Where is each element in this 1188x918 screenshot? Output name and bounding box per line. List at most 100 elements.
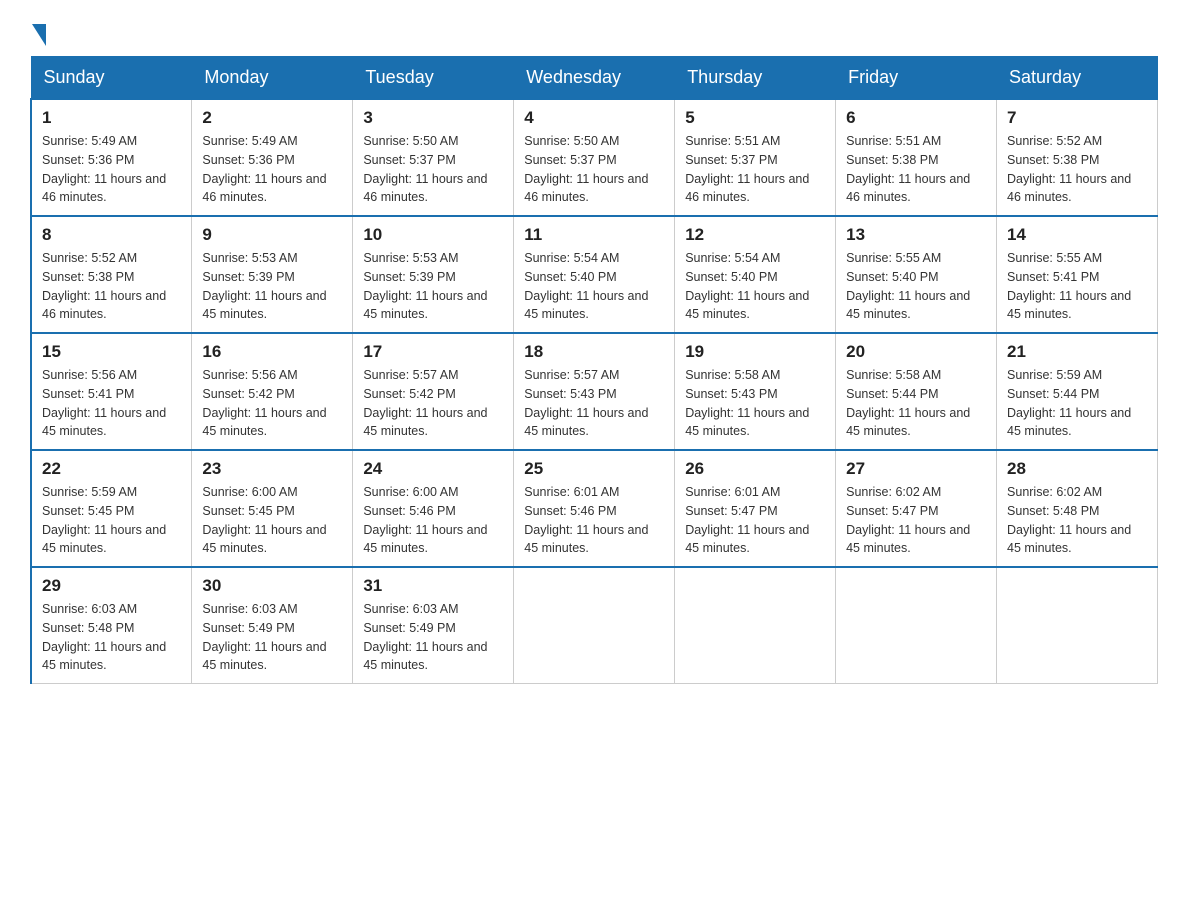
calendar-header-wednesday: Wednesday: [514, 57, 675, 100]
day-number: 19: [685, 342, 825, 362]
day-number: 29: [42, 576, 181, 596]
day-number: 25: [524, 459, 664, 479]
calendar-header-friday: Friday: [836, 57, 997, 100]
day-info: Sunrise: 5:58 AMSunset: 5:43 PMDaylight:…: [685, 366, 825, 441]
calendar-week-row-4: 22 Sunrise: 5:59 AMSunset: 5:45 PMDayligh…: [31, 450, 1158, 567]
day-number: 17: [363, 342, 503, 362]
calendar-cell: 18 Sunrise: 5:57 AMSunset: 5:43 PMDayligh…: [514, 333, 675, 450]
calendar-cell: 15 Sunrise: 5:56 AMSunset: 5:41 PMDayligh…: [31, 333, 192, 450]
calendar-header-thursday: Thursday: [675, 57, 836, 100]
day-number: 26: [685, 459, 825, 479]
calendar-header-saturday: Saturday: [997, 57, 1158, 100]
calendar-cell: 4 Sunrise: 5:50 AMSunset: 5:37 PMDaylight…: [514, 99, 675, 216]
day-number: 27: [846, 459, 986, 479]
calendar-header-monday: Monday: [192, 57, 353, 100]
calendar-cell: 26 Sunrise: 6:01 AMSunset: 5:47 PMDayligh…: [675, 450, 836, 567]
calendar-cell: 8Sunrise: 5:52 AMSunset: 5:38 PMDaylight…: [31, 216, 192, 333]
day-info: Sunrise: 6:02 AMSunset: 5:48 PMDaylight:…: [1007, 483, 1147, 558]
day-info: Sunrise: 5:49 AMSunset: 5:36 PMDaylight:…: [202, 132, 342, 207]
day-number: 9: [202, 225, 342, 245]
day-number: 3: [363, 108, 503, 128]
calendar-cell: 11Sunrise: 5:54 AMSunset: 5:40 PMDayligh…: [514, 216, 675, 333]
calendar-cell: 3 Sunrise: 5:50 AMSunset: 5:37 PMDaylight…: [353, 99, 514, 216]
calendar-cell: 13Sunrise: 5:55 AMSunset: 5:40 PMDayligh…: [836, 216, 997, 333]
calendar-cell: 19 Sunrise: 5:58 AMSunset: 5:43 PMDayligh…: [675, 333, 836, 450]
page-header: [30, 20, 1158, 46]
calendar-cell: 5 Sunrise: 5:51 AMSunset: 5:37 PMDaylight…: [675, 99, 836, 216]
day-number: 7: [1007, 108, 1147, 128]
day-info: Sunrise: 5:55 AMSunset: 5:40 PMDaylight:…: [846, 249, 986, 324]
day-info: Sunrise: 5:50 AMSunset: 5:37 PMDaylight:…: [363, 132, 503, 207]
calendar-cell: 27 Sunrise: 6:02 AMSunset: 5:47 PMDayligh…: [836, 450, 997, 567]
day-info: Sunrise: 6:00 AMSunset: 5:46 PMDaylight:…: [363, 483, 503, 558]
day-info: Sunrise: 5:52 AMSunset: 5:38 PMDaylight:…: [42, 249, 181, 324]
calendar-cell: 7Sunrise: 5:52 AMSunset: 5:38 PMDaylight…: [997, 99, 1158, 216]
day-info: Sunrise: 5:58 AMSunset: 5:44 PMDaylight:…: [846, 366, 986, 441]
day-number: 24: [363, 459, 503, 479]
calendar-cell: 28Sunrise: 6:02 AMSunset: 5:48 PMDayligh…: [997, 450, 1158, 567]
day-info: Sunrise: 6:01 AMSunset: 5:47 PMDaylight:…: [685, 483, 825, 558]
calendar-cell: 17 Sunrise: 5:57 AMSunset: 5:42 PMDayligh…: [353, 333, 514, 450]
day-number: 31: [363, 576, 503, 596]
day-info: Sunrise: 6:03 AMSunset: 5:48 PMDaylight:…: [42, 600, 181, 675]
day-number: 1: [42, 108, 181, 128]
day-info: Sunrise: 5:54 AMSunset: 5:40 PMDaylight:…: [524, 249, 664, 324]
calendar-header-row: SundayMondayTuesdayWednesdayThursdayFrid…: [31, 57, 1158, 100]
calendar-cell: 1 Sunrise: 5:49 AMSunset: 5:36 PMDaylight…: [31, 99, 192, 216]
day-info: Sunrise: 5:51 AMSunset: 5:38 PMDaylight:…: [846, 132, 986, 207]
calendar-cell: [514, 567, 675, 684]
calendar-cell: 23Sunrise: 6:00 AMSunset: 5:45 PMDayligh…: [192, 450, 353, 567]
day-info: Sunrise: 5:57 AMSunset: 5:42 PMDaylight:…: [363, 366, 503, 441]
day-number: 12: [685, 225, 825, 245]
calendar-cell: 20 Sunrise: 5:58 AMSunset: 5:44 PMDayligh…: [836, 333, 997, 450]
calendar-week-row-2: 8Sunrise: 5:52 AMSunset: 5:38 PMDaylight…: [31, 216, 1158, 333]
calendar-cell: 24 Sunrise: 6:00 AMSunset: 5:46 PMDayligh…: [353, 450, 514, 567]
day-number: 5: [685, 108, 825, 128]
day-info: Sunrise: 5:56 AMSunset: 5:41 PMDaylight:…: [42, 366, 181, 441]
day-info: Sunrise: 5:53 AMSunset: 5:39 PMDaylight:…: [202, 249, 342, 324]
day-number: 16: [202, 342, 342, 362]
logo: [30, 20, 46, 46]
day-number: 2: [202, 108, 342, 128]
calendar-cell: 2 Sunrise: 5:49 AMSunset: 5:36 PMDaylight…: [192, 99, 353, 216]
calendar-header-tuesday: Tuesday: [353, 57, 514, 100]
calendar-cell: 9 Sunrise: 5:53 AMSunset: 5:39 PMDaylight…: [192, 216, 353, 333]
day-number: 15: [42, 342, 181, 362]
calendar-cell: [997, 567, 1158, 684]
calendar-cell: 25 Sunrise: 6:01 AMSunset: 5:46 PMDayligh…: [514, 450, 675, 567]
day-number: 30: [202, 576, 342, 596]
day-info: Sunrise: 5:55 AMSunset: 5:41 PMDaylight:…: [1007, 249, 1147, 324]
calendar-cell: [675, 567, 836, 684]
day-number: 20: [846, 342, 986, 362]
day-info: Sunrise: 6:01 AMSunset: 5:46 PMDaylight:…: [524, 483, 664, 558]
day-number: 23: [202, 459, 342, 479]
calendar-cell: 29 Sunrise: 6:03 AMSunset: 5:48 PMDayligh…: [31, 567, 192, 684]
calendar-cell: 21 Sunrise: 5:59 AMSunset: 5:44 PMDayligh…: [997, 333, 1158, 450]
day-info: Sunrise: 5:56 AMSunset: 5:42 PMDaylight:…: [202, 366, 342, 441]
day-number: 22: [42, 459, 181, 479]
calendar-week-row-1: 1 Sunrise: 5:49 AMSunset: 5:36 PMDaylight…: [31, 99, 1158, 216]
day-info: Sunrise: 6:02 AMSunset: 5:47 PMDaylight:…: [846, 483, 986, 558]
day-number: 21: [1007, 342, 1147, 362]
calendar-table: SundayMondayTuesdayWednesdayThursdayFrid…: [30, 56, 1158, 684]
day-info: Sunrise: 5:57 AMSunset: 5:43 PMDaylight:…: [524, 366, 664, 441]
day-info: Sunrise: 5:53 AMSunset: 5:39 PMDaylight:…: [363, 249, 503, 324]
calendar-cell: 22 Sunrise: 5:59 AMSunset: 5:45 PMDayligh…: [31, 450, 192, 567]
day-number: 6: [846, 108, 986, 128]
calendar-cell: 16 Sunrise: 5:56 AMSunset: 5:42 PMDayligh…: [192, 333, 353, 450]
day-number: 4: [524, 108, 664, 128]
day-info: Sunrise: 5:50 AMSunset: 5:37 PMDaylight:…: [524, 132, 664, 207]
day-info: Sunrise: 5:51 AMSunset: 5:37 PMDaylight:…: [685, 132, 825, 207]
calendar-cell: 30 Sunrise: 6:03 AMSunset: 5:49 PMDayligh…: [192, 567, 353, 684]
day-info: Sunrise: 6:03 AMSunset: 5:49 PMDaylight:…: [202, 600, 342, 675]
day-info: Sunrise: 5:54 AMSunset: 5:40 PMDaylight:…: [685, 249, 825, 324]
calendar-header-sunday: Sunday: [31, 57, 192, 100]
day-number: 18: [524, 342, 664, 362]
day-info: Sunrise: 6:03 AMSunset: 5:49 PMDaylight:…: [363, 600, 503, 675]
day-info: Sunrise: 5:59 AMSunset: 5:44 PMDaylight:…: [1007, 366, 1147, 441]
calendar-cell: 6 Sunrise: 5:51 AMSunset: 5:38 PMDaylight…: [836, 99, 997, 216]
day-info: Sunrise: 5:59 AMSunset: 5:45 PMDaylight:…: [42, 483, 181, 558]
calendar-cell: 12 Sunrise: 5:54 AMSunset: 5:40 PMDayligh…: [675, 216, 836, 333]
calendar-cell: 14Sunrise: 5:55 AMSunset: 5:41 PMDayligh…: [997, 216, 1158, 333]
day-info: Sunrise: 5:49 AMSunset: 5:36 PMDaylight:…: [42, 132, 181, 207]
